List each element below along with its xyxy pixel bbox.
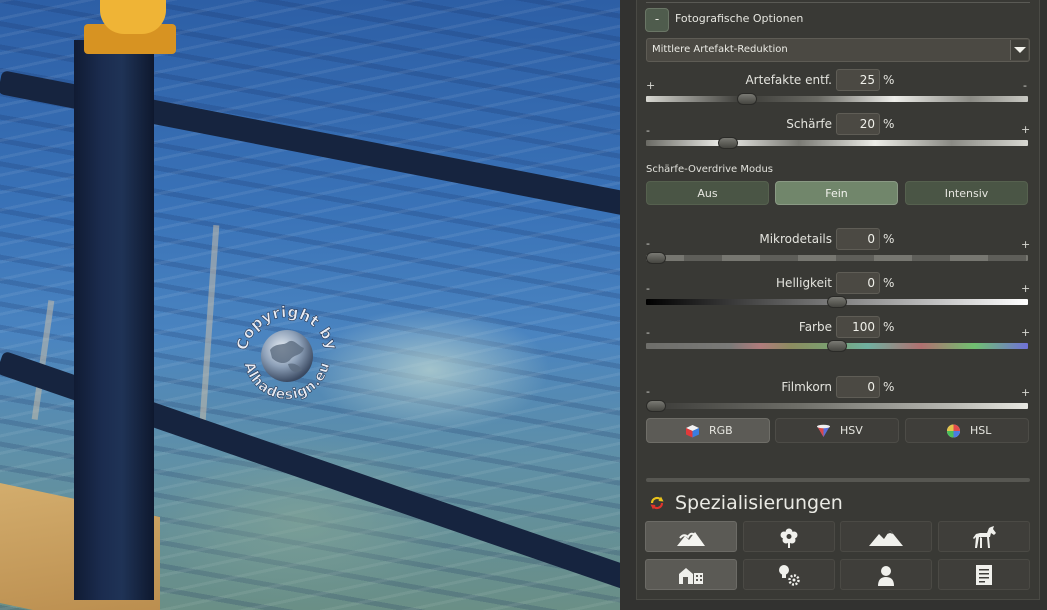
mikrodetails-slider-track[interactable] — [646, 255, 1028, 261]
artefakte-slider-track[interactable] — [646, 96, 1028, 102]
schaerfe-slider-thumb[interactable] — [718, 137, 739, 149]
person-icon — [878, 565, 894, 586]
slider-right-sign: + — [1021, 326, 1031, 339]
mikrodetails-slider-thumb[interactable] — [646, 252, 666, 264]
hsv-label: HSV — [840, 424, 863, 437]
specializations-title: Spezialisierungen — [675, 492, 843, 514]
section-title: Fotografische Optionen — [675, 12, 804, 25]
hsl-sphere-icon — [947, 424, 960, 438]
overdrive-intensiv-button[interactable]: Intensiv — [905, 181, 1028, 205]
helligkeit-slider-thumb[interactable] — [827, 296, 847, 308]
hsl-mode-button[interactable]: HSL — [905, 418, 1029, 443]
hsl-label: HSL — [970, 424, 992, 437]
chevron-down-icon[interactable] — [1010, 40, 1028, 60]
section-separator — [646, 478, 1030, 482]
schaerfe-slider-track[interactable] — [646, 140, 1028, 146]
helligkeit-value-input[interactable]: 0 — [836, 272, 880, 294]
overdrive-fein-button[interactable]: Fein — [775, 181, 898, 205]
mikrodetails-unit: % — [883, 232, 895, 246]
photo-preview[interactable]: Copyright by Alhadesign.eu — [0, 0, 620, 610]
farbe-label: Farbe — [798, 320, 832, 334]
artefakte-value-input[interactable]: 25 — [836, 69, 880, 91]
collapse-section-button[interactable]: - — [645, 8, 669, 32]
schaerfe-label: Schärfe — [786, 117, 832, 131]
rgb-label: RGB — [709, 424, 733, 437]
flower-tile[interactable] — [743, 521, 835, 552]
copyright-watermark-logo: Copyright by Alhadesign.eu — [233, 302, 341, 403]
landscape-tile[interactable] — [645, 521, 737, 552]
schaerfe-unit: % — [883, 117, 895, 131]
overdrive-aus-button[interactable]: Aus — [646, 181, 769, 205]
slider-right-sign: + — [1021, 123, 1031, 136]
panel-divider — [646, 2, 1030, 3]
filmkorn-value-input[interactable]: 0 — [836, 376, 880, 398]
boat-mast — [198, 225, 220, 435]
filmkorn-slider-thumb[interactable] — [646, 400, 666, 412]
buildings-tile[interactable] — [645, 559, 737, 590]
refresh-arrows-icon[interactable] — [649, 495, 665, 511]
landscape-icon — [677, 531, 705, 546]
preset-dropdown[interactable]: Mittlere Artefakt-Reduktion — [646, 38, 1030, 62]
flower-icon — [780, 528, 798, 548]
slider-right-sign: + — [1021, 282, 1031, 295]
lightbulb-gear-tile[interactable] — [743, 559, 835, 590]
hsv-mode-button[interactable]: HSV — [775, 418, 899, 443]
horse-icon — [973, 525, 996, 548]
preset-dropdown-value: Mittlere Artefakt-Reduktion — [652, 44, 788, 55]
artefakte-label: Artefakte entf. — [745, 73, 832, 87]
hsv-cone-icon — [817, 424, 830, 437]
slider-right-sign: + — [1021, 238, 1031, 251]
schaerfe-value-input[interactable]: 20 — [836, 113, 880, 135]
helligkeit-label: Helligkeit — [776, 276, 832, 290]
farbe-unit: % — [883, 320, 895, 334]
post-cap — [100, 0, 166, 34]
railing-post — [74, 40, 154, 600]
slider-right-sign: - — [1023, 79, 1027, 92]
boat-mast — [31, 300, 55, 420]
mountain-tile[interactable] — [840, 521, 932, 552]
filmkorn-unit: % — [883, 380, 895, 394]
filmkorn-slider-track[interactable] — [646, 403, 1028, 409]
mikrodetails-value-input[interactable]: 0 — [836, 228, 880, 250]
artefakte-slider-thumb[interactable] — [736, 93, 757, 105]
document-icon — [976, 564, 992, 585]
horse-tile[interactable] — [938, 521, 1030, 552]
buildings-icon — [679, 567, 703, 584]
rgb-mode-button[interactable]: RGB — [646, 418, 770, 443]
document-tile[interactable] — [938, 559, 1030, 590]
lightbulb-gear-icon — [779, 564, 800, 586]
filmkorn-label: Filmkorn — [781, 380, 832, 394]
rgb-cube-icon — [686, 425, 699, 438]
farbe-slider-thumb[interactable] — [827, 340, 847, 352]
mikrodetails-label: Mikrodetails — [759, 232, 832, 246]
slider-right-sign: + — [1021, 386, 1031, 399]
helligkeit-unit: % — [883, 276, 895, 290]
overdrive-title: Schärfe-Overdrive Modus — [646, 164, 773, 175]
farbe-value-input[interactable]: 100 — [836, 316, 880, 338]
person-tile[interactable] — [840, 559, 932, 590]
artefakte-unit: % — [883, 73, 895, 87]
mountain-icon — [869, 529, 903, 546]
